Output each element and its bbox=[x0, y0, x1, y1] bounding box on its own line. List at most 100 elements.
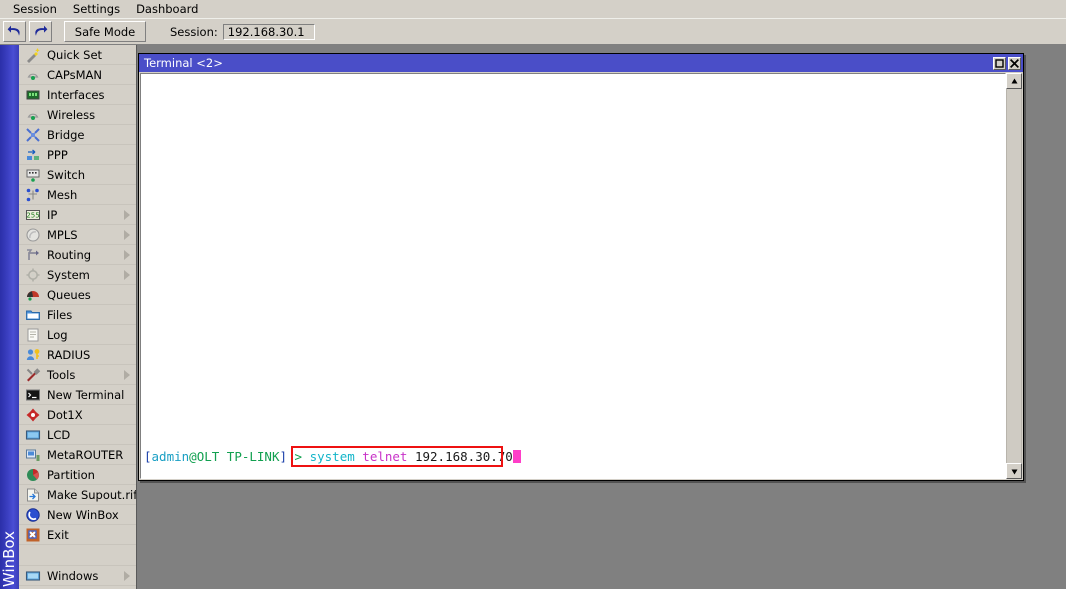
sidebar-item-partition[interactable]: Partition bbox=[19, 465, 136, 485]
switch-icon bbox=[26, 169, 40, 182]
scroll-up-icon bbox=[1011, 78, 1017, 83]
sidebar-item-capsman[interactable]: CAPsMAN bbox=[19, 65, 136, 85]
menubar-item-dashboard[interactable]: Dashboard bbox=[128, 1, 206, 18]
mpls-icon bbox=[26, 227, 40, 242]
sidebar-item-exit[interactable]: Exit bbox=[19, 525, 136, 545]
sidebar-item-label: Quick Set bbox=[47, 47, 103, 62]
windows-icon bbox=[25, 570, 41, 581]
sidebar-item-new-terminal[interactable]: New Terminal bbox=[19, 385, 136, 405]
sidebar-item-routing[interactable]: Routing bbox=[19, 245, 136, 265]
scroll-down-icon bbox=[1011, 469, 1017, 474]
terminal-window: Terminal <2> [admin@OLT TP-LINK] > syste… bbox=[138, 53, 1024, 481]
log-icon bbox=[27, 328, 39, 341]
command-argument: 192.168.30.70 bbox=[414, 449, 513, 464]
maximize-button[interactable] bbox=[993, 56, 1006, 70]
sidebar-item-label: Exit bbox=[47, 527, 69, 542]
chevron-right-icon bbox=[124, 571, 130, 581]
lcd-icon bbox=[25, 429, 41, 440]
sidebar-item-label: Queues bbox=[47, 287, 91, 302]
terminal-output-area[interactable]: [admin@OLT TP-LINK] > system telnet 192.… bbox=[140, 73, 1006, 479]
sidebar-item-queues[interactable]: Queues bbox=[19, 285, 136, 305]
sidebar-item-ip[interactable]: 255 IP bbox=[19, 205, 136, 225]
exit-icon bbox=[26, 528, 40, 541]
sidebar-item-label: Partition bbox=[47, 467, 95, 482]
sidebar-item-windows[interactable]: Windows bbox=[19, 566, 136, 586]
undo-button[interactable] bbox=[3, 21, 26, 42]
sidebar-item-interfaces[interactable]: Interfaces bbox=[19, 85, 136, 105]
sidebar-item-label: System bbox=[47, 267, 90, 282]
safe-mode-button[interactable]: Safe Mode bbox=[64, 21, 146, 42]
terminal-title-text: Terminal <2> bbox=[144, 56, 223, 70]
sidebar-item-metarouter[interactable]: MetaROUTER bbox=[19, 445, 136, 465]
sidebar-item-lcd[interactable]: LCD bbox=[19, 425, 136, 445]
sidebar-item-label: Routing bbox=[47, 247, 92, 262]
sidebar-item-wireless[interactable]: Wireless bbox=[19, 105, 136, 125]
scrollbar-track[interactable] bbox=[1006, 89, 1022, 463]
sidebar-item-label: Wireless bbox=[47, 107, 96, 122]
sidebar-item-label: New Terminal bbox=[47, 387, 125, 402]
command-keyword: system bbox=[309, 449, 363, 464]
sidebar-item-dot1x[interactable]: Dot1X bbox=[19, 405, 136, 425]
sidebar-item-mpls[interactable]: MPLS bbox=[19, 225, 136, 245]
supout-icon bbox=[27, 488, 39, 501]
sidebar-item-label: RADIUS bbox=[47, 347, 91, 362]
terminal-title-bar[interactable]: Terminal <2> bbox=[139, 54, 1023, 72]
scroll-down-button[interactable] bbox=[1006, 463, 1022, 479]
sidebar-item-label: Make Supout.rif bbox=[47, 487, 137, 502]
ip-255-icon: 255 bbox=[26, 209, 40, 220]
radius-key-icon bbox=[26, 348, 40, 360]
session-address-field[interactable]: 192.168.30.1 bbox=[222, 23, 315, 40]
sidebar-item-label: Switch bbox=[47, 167, 86, 182]
menubar-item-session[interactable]: Session bbox=[5, 1, 65, 18]
sidebar-item-bridge[interactable]: Bridge bbox=[19, 125, 136, 145]
sidebar-item-switch[interactable]: Switch bbox=[19, 165, 136, 185]
sidebar-item-ppp[interactable]: PPP bbox=[19, 145, 136, 165]
wand-icon bbox=[27, 47, 40, 63]
sidebar-item-label: Windows bbox=[47, 568, 99, 583]
menu-bar: Session Settings Dashboard bbox=[0, 0, 1066, 18]
scroll-up-button[interactable] bbox=[1006, 73, 1022, 89]
chevron-right-icon bbox=[124, 210, 130, 220]
chevron-right-icon bbox=[124, 370, 130, 380]
partition-icon bbox=[27, 468, 40, 481]
prompt-open-bracket: [ bbox=[144, 449, 152, 464]
sidebar-item-new-winbox[interactable]: New WinBox bbox=[19, 505, 136, 525]
sidebar-item-files[interactable]: Files bbox=[19, 305, 136, 325]
sidebar-item-label: Mesh bbox=[47, 187, 78, 202]
ppp-icon bbox=[27, 148, 39, 160]
terminal-icon bbox=[26, 389, 40, 400]
winbox-icon bbox=[26, 507, 40, 522]
menubar-item-settings[interactable]: Settings bbox=[65, 1, 128, 18]
sidebar-item-system[interactable]: System bbox=[19, 265, 136, 285]
antenna-icon bbox=[27, 73, 39, 80]
redo-button[interactable] bbox=[29, 21, 52, 42]
metarouter-icon bbox=[26, 449, 40, 461]
nic-card-icon bbox=[26, 90, 40, 99]
sidebar-item-log[interactable]: Log bbox=[19, 325, 136, 345]
sidebar-item-mesh[interactable]: Mesh bbox=[19, 185, 136, 205]
sidebar-item-label: Interfaces bbox=[47, 87, 105, 102]
prompt-username: admin bbox=[151, 449, 190, 464]
sidebar-item-radius[interactable]: RADIUS bbox=[19, 345, 136, 365]
sidebar-item-label: Bridge bbox=[47, 127, 85, 142]
sidebar-item-label: MPLS bbox=[47, 227, 78, 242]
undo-icon bbox=[7, 25, 20, 36]
terminal-scrollbar[interactable] bbox=[1006, 73, 1022, 479]
sidebar-item-label: CAPsMAN bbox=[47, 67, 103, 82]
tools-icon bbox=[26, 367, 41, 381]
sidebar-separator bbox=[19, 545, 136, 566]
mesh-icon bbox=[26, 188, 39, 201]
queues-icon bbox=[27, 290, 39, 301]
sidebar-item-tools[interactable]: Tools bbox=[19, 365, 136, 385]
close-button[interactable] bbox=[1008, 56, 1021, 70]
sidebar-item-label: IP bbox=[47, 207, 58, 222]
sidebar-item-make-supout-rif[interactable]: Make Supout.rif bbox=[19, 485, 136, 505]
redo-icon bbox=[35, 25, 48, 36]
dot1x-icon bbox=[26, 408, 40, 421]
sidebar-item-quick-set[interactable]: Quick Set bbox=[19, 45, 136, 65]
svg-text:255: 255 bbox=[26, 211, 39, 219]
bridge-icon bbox=[26, 127, 40, 142]
sidebar-item-label: Log bbox=[47, 327, 68, 342]
sidebar-item-label: PPP bbox=[47, 147, 68, 162]
winbox-application: Session Settings Dashboard Safe Mode Ses… bbox=[0, 0, 1066, 589]
